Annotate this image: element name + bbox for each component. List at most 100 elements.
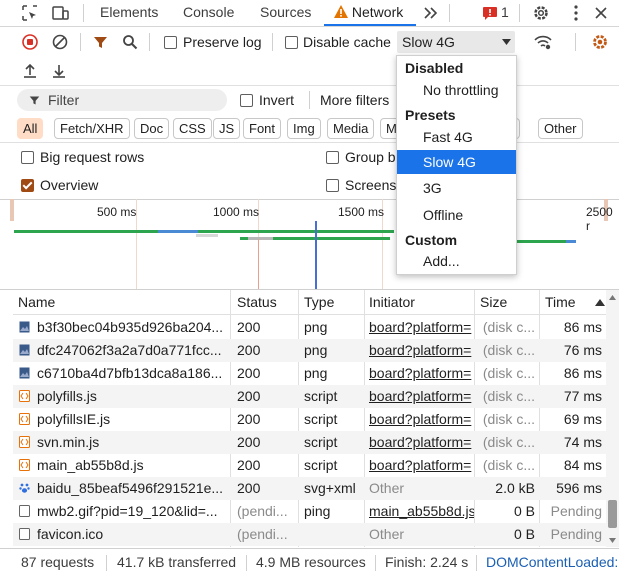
table-scrollbar[interactable] [606, 290, 619, 547]
more-options-icon[interactable] [566, 3, 586, 23]
type-filter-media[interactable]: Media [327, 118, 375, 139]
preserve-log-label: Preserve log [183, 34, 262, 50]
type-filter-fetch-xhr[interactable]: Fetch/XHR [54, 118, 130, 139]
table-row[interactable]: baidu_85beaf5496f291521e... 200 svg+xml Oth… [13, 477, 606, 500]
cell-time: 76 ms [563, 342, 602, 358]
table-row[interactable]: mwb2.gif?pid=19_120&lid=... (pendi... ping… [13, 500, 606, 523]
big-request-rows-checkbox[interactable] [21, 151, 34, 164]
close-icon[interactable] [591, 3, 611, 23]
tab-elements[interactable]: Elements [100, 0, 158, 26]
toolbar-divider [519, 4, 520, 22]
cell-type [304, 523, 368, 546]
table-row[interactable]: favicon.ico (pendi... Other 0 B Pending [13, 523, 606, 546]
table-row[interactable]: b3f30bec04b935d926ba204... 200 png board?pl… [13, 316, 606, 339]
tab-console[interactable]: Console [183, 0, 234, 26]
cell-name: polyfillsIE.js [37, 411, 111, 427]
menu-item-slow-4g[interactable]: Slow 4G [397, 150, 516, 174]
more-tabs-icon[interactable] [421, 3, 441, 23]
type-filter-img[interactable]: Img [287, 118, 321, 139]
disable-cache-checkbox[interactable] [285, 36, 298, 49]
overview-checkbox[interactable] [21, 179, 34, 192]
toolbar-divider [83, 4, 84, 22]
scroll-down-arrow-icon[interactable] [609, 538, 616, 543]
table-row[interactable]: main_ab55b8d.js 200 script board?platform= (… [13, 454, 606, 477]
table-row[interactable]: dfc247062f3a2a7d0a771fcc... 200 png board?p… [13, 339, 606, 362]
column-status[interactable]: Status [237, 290, 277, 314]
table-row[interactable]: polyfillsIE.js 200 script board?platform= (d… [13, 408, 606, 431]
cell-initiator[interactable]: board?platform= [369, 431, 474, 454]
timeline-bar [198, 230, 394, 233]
column-size[interactable]: Size [480, 290, 507, 314]
record-icon[interactable] [21, 33, 39, 51]
settings-gear-icon[interactable] [531, 3, 551, 23]
more-filters-button[interactable]: More filters [320, 92, 389, 108]
menu-item-fast-4g[interactable]: Fast 4G [397, 125, 516, 149]
timeline-bar [566, 240, 576, 243]
cell-size: (disk c... [482, 434, 535, 450]
cell-initiator[interactable]: board?platform= [369, 408, 474, 431]
import-har-icon[interactable] [21, 62, 39, 80]
device-toolbar-icon[interactable] [50, 3, 70, 23]
table-row[interactable]: c6710ba4d7bfb13dca8a186... 200 png board?pl… [13, 362, 606, 385]
inspect-element-icon[interactable] [20, 3, 40, 23]
clear-icon[interactable] [51, 33, 69, 51]
column-time[interactable]: Time [545, 290, 576, 314]
type-filter-all[interactable]: All [17, 118, 44, 139]
issues-icon[interactable] [482, 5, 498, 21]
throttling-dropdown-menu: Disabled No throttling Presets Fast 4G S… [396, 55, 517, 275]
cell-initiator[interactable]: board?platform= [369, 316, 474, 339]
tab-sources[interactable]: Sources [260, 0, 311, 26]
invert-checkbox[interactable] [240, 94, 253, 107]
scrollbar-thumb[interactable] [608, 500, 617, 528]
network-conditions-icon[interactable] [533, 32, 553, 52]
screenshots-checkbox[interactable] [326, 179, 339, 192]
network-overview-timeline[interactable]: 500 ms 1000 ms 1500 ms 2500 r [0, 199, 619, 290]
timeline-left-handle[interactable] [10, 199, 14, 221]
type-filter-doc[interactable]: Doc [134, 118, 170, 139]
cell-initiator[interactable]: board?platform= [369, 385, 474, 408]
cell-size: 0 B [513, 526, 535, 542]
column-initiator[interactable]: Initiator [369, 290, 415, 314]
filter-funnel-icon[interactable] [91, 33, 109, 51]
table-row[interactable]: polyfills.js 200 script board?platform= (dis… [13, 385, 606, 408]
menu-item-label: 3G [423, 180, 442, 196]
menu-item-label: Slow 4G [423, 154, 476, 170]
tab-network[interactable]: Network [334, 0, 403, 26]
cell-initiator[interactable]: main_ab55b8d.js [369, 500, 474, 523]
throttling-select-value: Slow 4G [402, 34, 455, 50]
network-settings-gear-icon[interactable] [590, 32, 610, 52]
cell-size: (disk c... [482, 365, 535, 381]
issues-count[interactable]: 1 [501, 0, 509, 26]
group-by-frame-checkbox[interactable] [326, 151, 339, 164]
resources-size: 4.9 MB resources [256, 554, 366, 570]
type-filter-css[interactable]: CSS [173, 118, 212, 139]
menu-item-no-throttling[interactable]: No throttling [397, 78, 516, 102]
type-filter-other[interactable]: Other [538, 118, 583, 139]
type-filter-font[interactable]: Font [243, 118, 282, 139]
table-row[interactable]: svn.min.js 200 script board?platform= (disk … [13, 431, 606, 454]
filter-input[interactable]: Filter [17, 89, 227, 111]
cell-name: main_ab55b8d.js [37, 457, 144, 473]
script-icon [19, 436, 30, 448]
cell-size: 0 B [513, 503, 535, 519]
type-filter-js[interactable]: JS [213, 118, 241, 139]
menu-item-add-custom[interactable]: Add... [397, 249, 516, 273]
cell-initiator[interactable]: board?platform= [369, 339, 474, 362]
menu-item-label: Add... [423, 253, 460, 269]
toolbar-divider [149, 33, 150, 51]
menu-item-offline[interactable]: Offline [397, 203, 516, 227]
column-name[interactable]: Name [18, 290, 55, 314]
warning-icon [334, 5, 348, 18]
export-har-icon[interactable] [50, 62, 68, 80]
scroll-up-arrow-icon[interactable] [609, 295, 616, 300]
cell-initiator: Other [369, 526, 405, 542]
cell-initiator[interactable]: board?platform= [369, 454, 474, 477]
cell-initiator[interactable]: board?platform= [369, 362, 474, 385]
options-row-1: Big request rows Group b [0, 143, 619, 171]
column-type[interactable]: Type [304, 290, 334, 314]
search-icon[interactable] [121, 33, 139, 51]
preserve-log-checkbox[interactable] [164, 36, 177, 49]
menu-item-3g[interactable]: 3G [397, 176, 516, 200]
cell-size: 2.0 kB [495, 480, 535, 496]
throttling-select[interactable]: Slow 4G [397, 31, 515, 53]
